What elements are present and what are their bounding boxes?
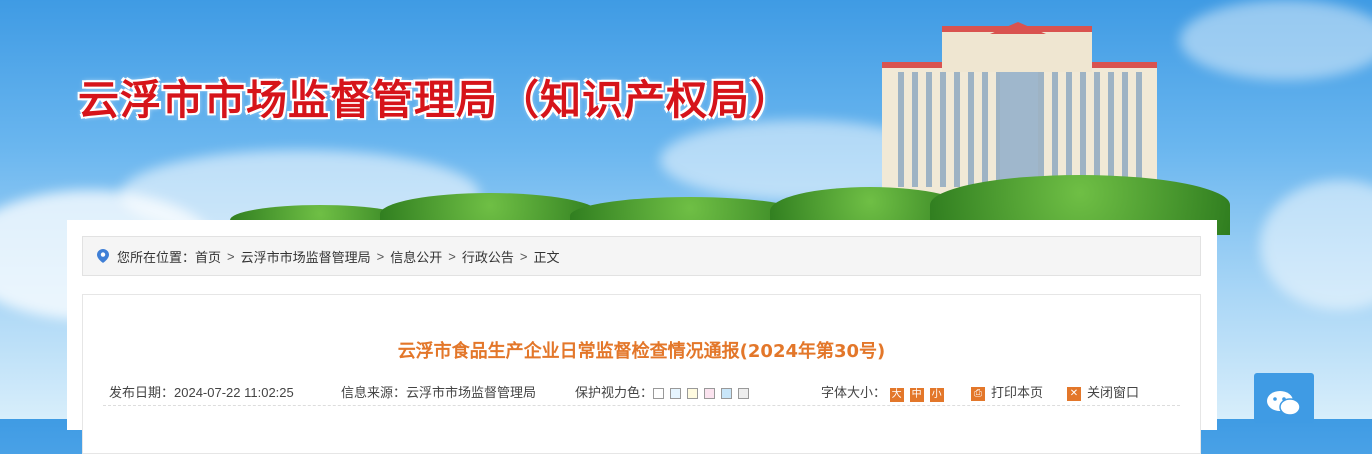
cloud-decoration	[1180, 0, 1372, 80]
divider	[103, 405, 1180, 406]
print-label: 打印本页	[991, 385, 1044, 400]
article-box: 云浮市食品生产企业日常监督检查情况通报(2024年第30号) 发布日期：2024…	[82, 294, 1201, 454]
breadcrumb-current: 正文	[533, 249, 560, 265]
breadcrumb-separator: >	[227, 248, 235, 264]
font-size-large-button[interactable]: 大	[889, 388, 904, 402]
breadcrumb-info-disclosure[interactable]: 信息公开	[390, 247, 442, 266]
font-size-controls: 字体大小： 大中小	[821, 382, 950, 402]
close-icon: ✕	[1067, 386, 1081, 401]
content-panel: 您所在位置： 首页 > 云浮市市场监督管理局 > 信息公开 > 行政公告 > 正…	[67, 220, 1217, 454]
close-label: 关闭窗口	[1087, 385, 1140, 400]
breadcrumb-separator: >	[448, 248, 456, 264]
breadcrumb-home[interactable]: 首页	[195, 247, 221, 266]
print-button[interactable]: ⎙ 打印本页	[971, 382, 1043, 401]
office-building-image	[882, 22, 1157, 203]
article-meta: 发布日期：2024-07-22 11:02:25 信息来源：云浮市市场监督管理局…	[109, 382, 1180, 402]
wechat-share-button[interactable]	[1254, 373, 1314, 423]
breadcrumb-prefix: 您所在位置：	[117, 249, 196, 265]
breadcrumb: 您所在位置： 首页 > 云浮市市场监督管理局 > 信息公开 > 行政公告 > 正…	[82, 236, 1201, 276]
font-size-label: 字体大小：	[821, 385, 887, 400]
font-size-small-button[interactable]: 小	[929, 388, 944, 402]
eye-care-swatch-4[interactable]	[704, 388, 716, 400]
eye-care-colors: 保护视力色：	[575, 382, 755, 401]
article-title: 云浮市食品生产企业日常监督检查情况通报(2024年第30号)	[397, 341, 886, 362]
eye-care-swatch-2[interactable]	[670, 388, 682, 400]
eye-care-swatch-6[interactable]	[738, 388, 750, 400]
eye-care-swatch-5[interactable]	[721, 388, 733, 400]
wechat-icon	[1267, 391, 1301, 416]
eye-care-swatch-3[interactable]	[687, 388, 699, 400]
print-icon: ⎙	[971, 386, 985, 401]
eye-care-swatch-1[interactable]	[653, 388, 665, 400]
breadcrumb-admin-notice[interactable]: 行政公告	[462, 247, 514, 266]
breadcrumb-separator: >	[519, 248, 528, 264]
close-window-button[interactable]: ✕ 关闭窗口	[1067, 382, 1139, 401]
breadcrumb-bureau[interactable]: 云浮市市场监督管理局	[241, 247, 371, 266]
info-source: 信息来源：云浮市市场监督管理局	[341, 385, 537, 400]
map-pin-icon	[97, 249, 109, 263]
font-size-medium-button[interactable]: 中	[909, 388, 924, 402]
publish-date: 发布日期：2024-07-22 11:02:25	[109, 385, 294, 400]
cloud-decoration	[1260, 180, 1372, 310]
eye-care-label: 保护视力色：	[575, 385, 654, 400]
breadcrumb-separator: >	[376, 248, 385, 264]
site-title: 云浮市市场监督管理局（知识产权局）	[78, 76, 792, 124]
